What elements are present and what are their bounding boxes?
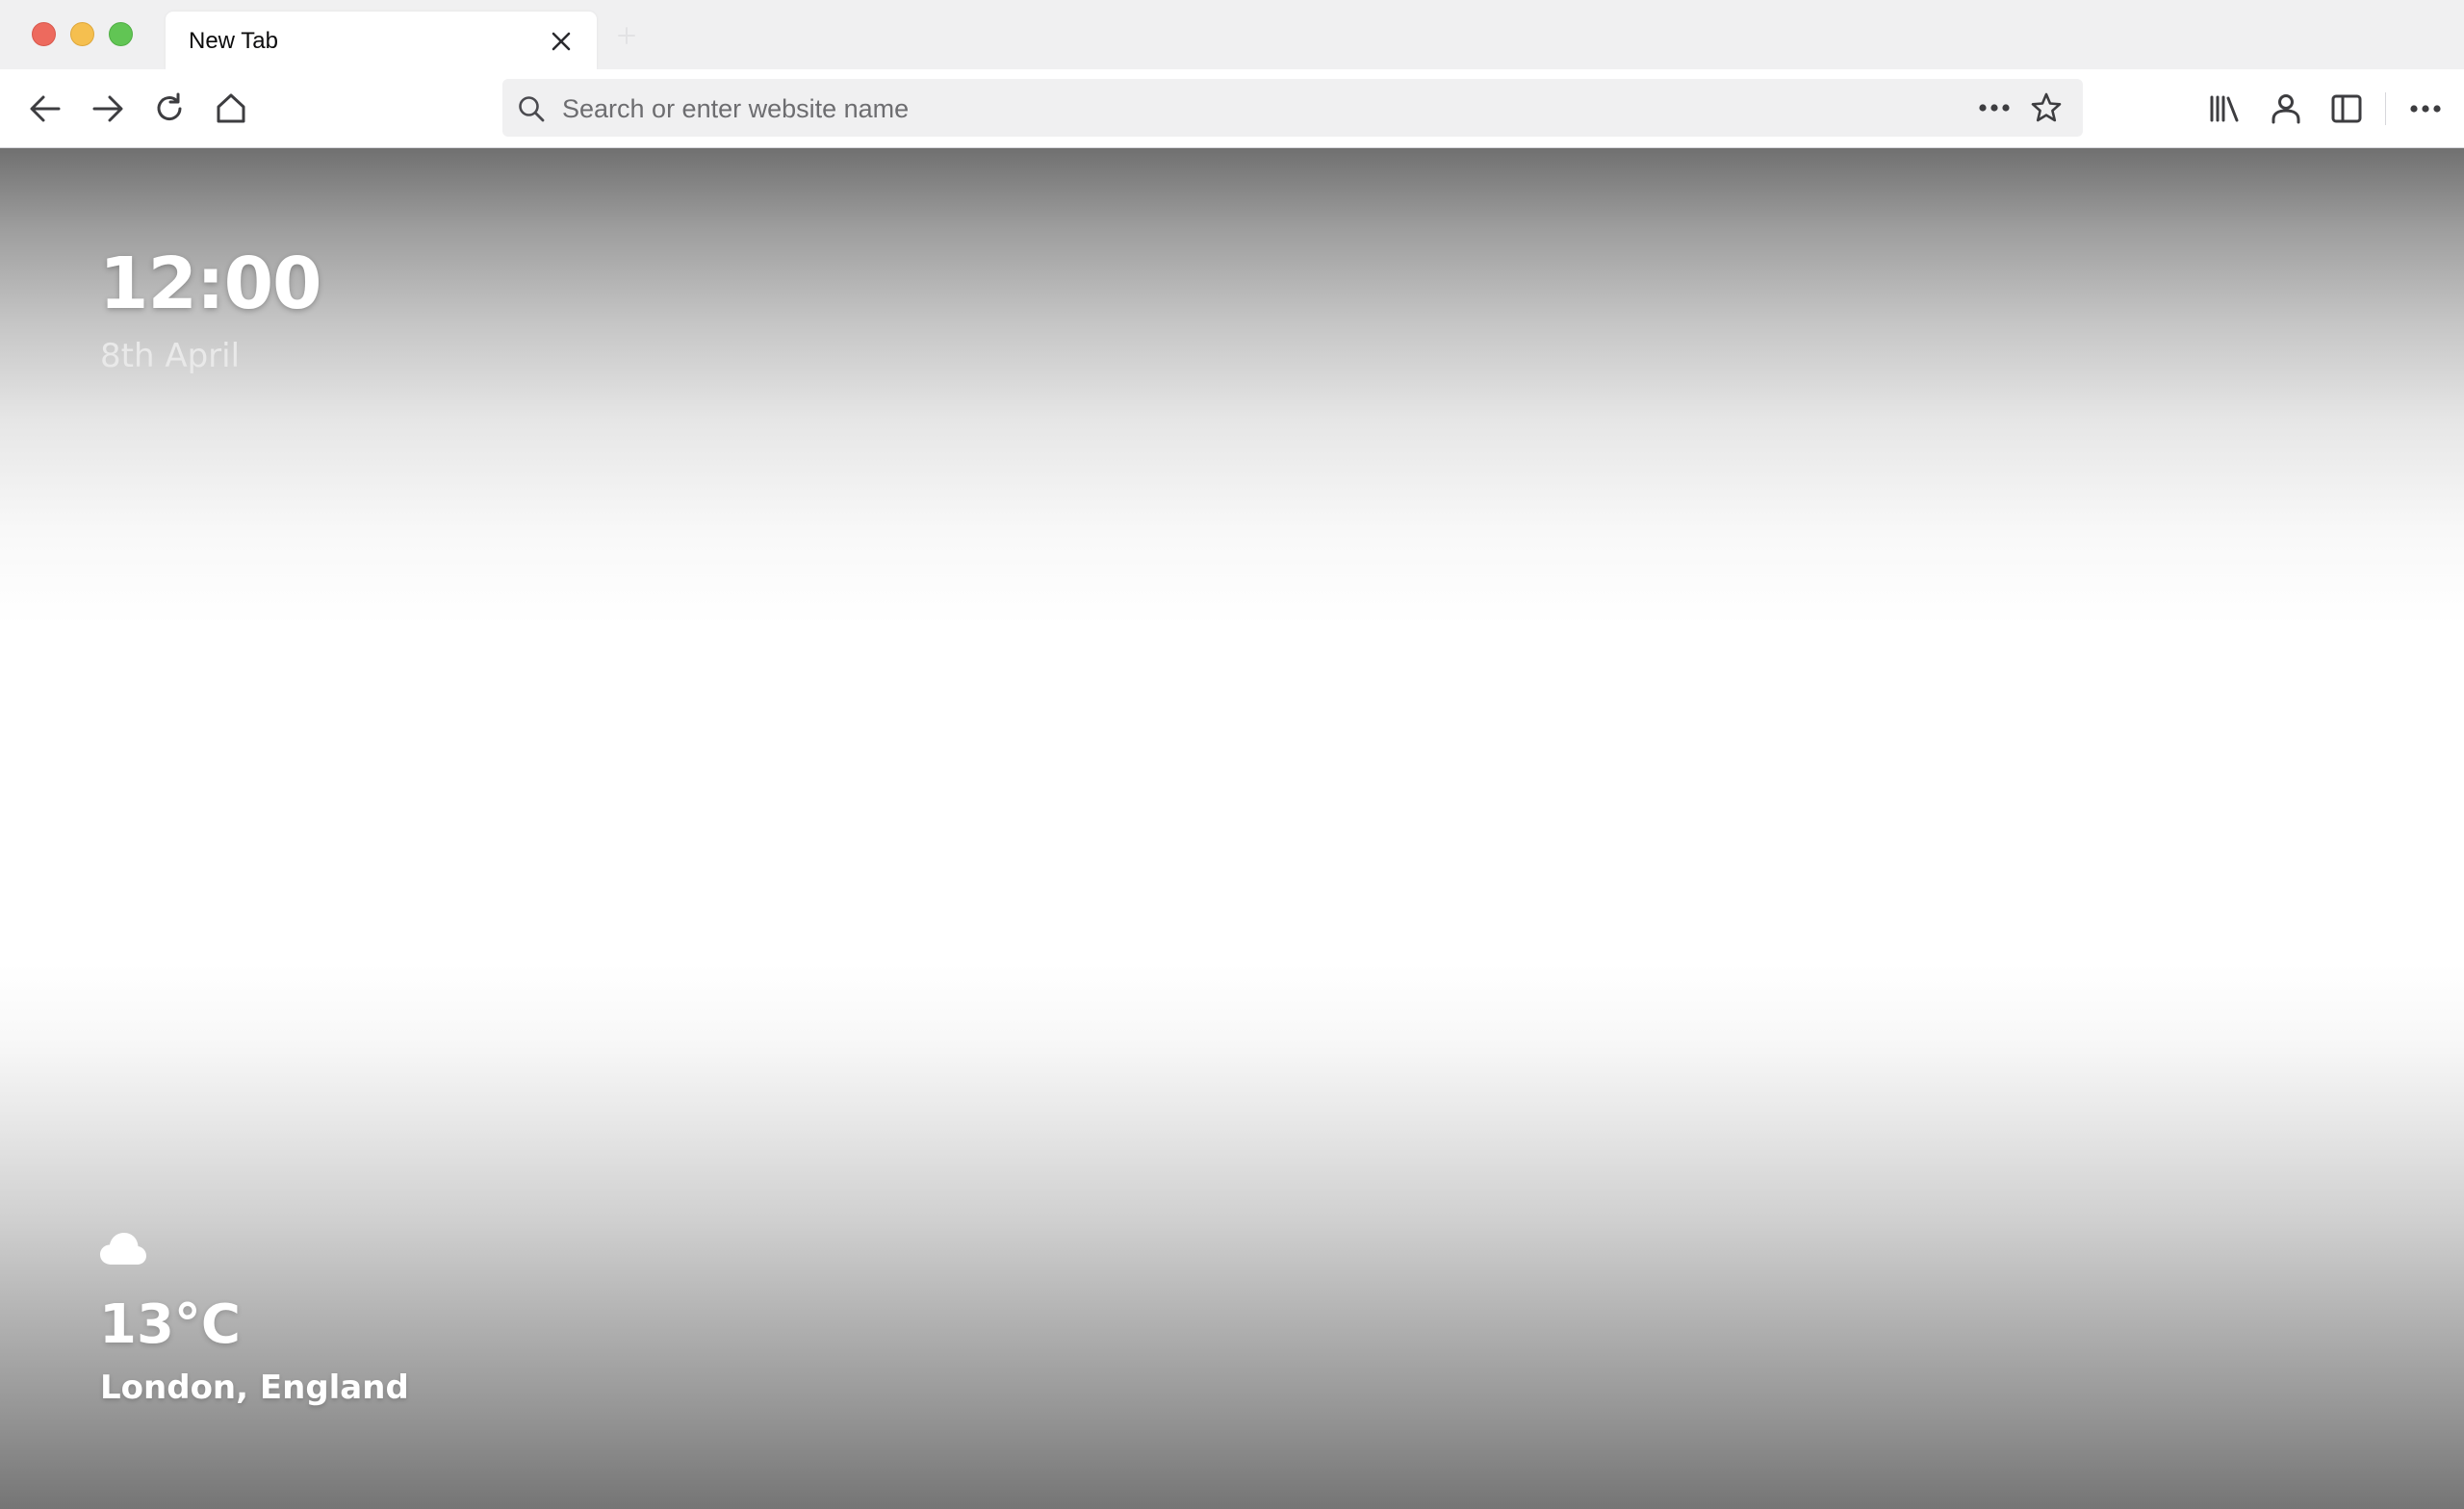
page-actions-button[interactable] xyxy=(1975,90,2014,125)
library-icon xyxy=(2210,95,2239,122)
star-icon xyxy=(2031,92,2062,122)
close-window-button[interactable] xyxy=(32,22,56,46)
zoom-window-button[interactable] xyxy=(109,22,133,46)
plus-icon xyxy=(618,27,635,44)
bookmark-star-button[interactable] xyxy=(2028,90,2065,126)
sidebar-toggle-button[interactable] xyxy=(2326,89,2367,129)
new-tab-button[interactable] xyxy=(612,21,641,50)
forward-arrow-icon xyxy=(92,95,123,122)
weather-location: London, England xyxy=(100,1368,409,1407)
account-button[interactable] xyxy=(2266,89,2306,129)
clock-date: 8th April xyxy=(100,337,241,375)
tab-close-button[interactable] xyxy=(547,27,576,56)
navigation-toolbar xyxy=(0,69,2464,148)
more-horizontal-icon xyxy=(1979,104,2010,112)
url-input[interactable] xyxy=(560,89,1883,129)
sidebar-icon xyxy=(2331,94,2362,123)
reload-icon xyxy=(157,92,182,121)
weather-temperature: 13°C xyxy=(99,1293,242,1356)
close-icon xyxy=(552,32,571,51)
cloud-icon xyxy=(100,1233,146,1265)
reload-button[interactable] xyxy=(149,89,190,129)
minimize-window-button[interactable] xyxy=(70,22,94,46)
back-button[interactable] xyxy=(25,89,65,129)
toolbar-separator xyxy=(2385,92,2386,125)
browser-window: New Tab Search or enter website name 12:… xyxy=(0,0,2464,1509)
tab-new-tab[interactable]: New Tab xyxy=(166,12,597,69)
tab-title: New Tab xyxy=(189,28,278,54)
home-button[interactable] xyxy=(211,89,251,129)
forward-button[interactable] xyxy=(88,89,128,129)
address-bar[interactable] xyxy=(502,79,2083,137)
search-icon xyxy=(516,93,547,124)
menu-icon xyxy=(2410,105,2441,113)
new-tab-page: 12:00 8th April 13°C London, England xyxy=(0,148,2464,1509)
back-arrow-icon xyxy=(30,95,61,122)
clock-time: 12:00 xyxy=(99,243,322,325)
tab-strip: New Tab xyxy=(0,0,2464,69)
home-icon xyxy=(217,93,245,123)
library-button[interactable] xyxy=(2204,89,2245,129)
main-menu-button[interactable] xyxy=(2405,89,2446,129)
account-icon xyxy=(2272,94,2300,124)
